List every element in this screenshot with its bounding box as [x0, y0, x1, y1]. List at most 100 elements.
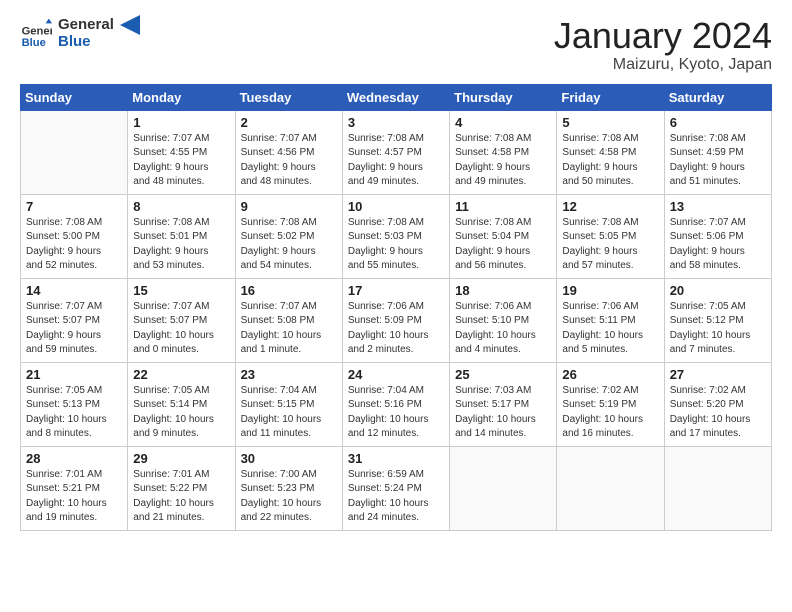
calendar-cell: 14Sunrise: 7:07 AM Sunset: 5:07 PM Dayli… [21, 278, 128, 362]
calendar-cell: 12 Sunrise: 7:08 AM Sunset: 5:05 PM Dayli… [557, 194, 664, 278]
day-number: 14 [26, 283, 122, 298]
day-number: 15 [133, 283, 229, 298]
calendar-cell: 25Sunrise: 7:03 AM Sunset: 5:17 PM Dayli… [450, 362, 557, 446]
day-info: Sunrise: 7:06 AM Sunset: 5:09 PM Dayligh… [348, 300, 444, 358]
calendar-header-row: SundayMondayTuesdayWednesdayThursdayFrid… [21, 84, 772, 110]
calendar-cell: 29 Sunrise: 7:01 AM Sunset: 5:22 PM Dayli… [128, 446, 235, 530]
day-number: 29 [133, 451, 229, 466]
day-number: 9 [241, 199, 337, 214]
day-info: Sunrise: 7:04 AM Sunset: 5:15 PM Dayligh… [241, 384, 337, 442]
day-info: Sunrise: 7:05 AM Sunset: 5:14 PM Dayligh… [133, 384, 229, 442]
calendar-cell: 24 Sunrise: 7:04 AM Sunset: 5:16 PM Dayli… [342, 362, 449, 446]
day-info: Sunrise: 7:05 AM Sunset: 5:13 PM Dayligh… [26, 384, 122, 442]
day-info: Sunrise: 7:08 AM Sunset: 5:03 PM Dayligh… [348, 216, 444, 274]
logo: General Blue General Blue [20, 16, 140, 50]
logo-arrow-icon [120, 15, 140, 35]
calendar-day-header: Friday [557, 84, 664, 110]
day-number: 3 [348, 115, 444, 130]
day-info: Sunrise: 7:08 AM Sunset: 5:02 PM Dayligh… [241, 216, 337, 274]
svg-text:Blue: Blue [22, 37, 46, 49]
day-number: 5 [562, 115, 658, 130]
day-info: Sunrise: 7:08 AM Sunset: 5:04 PM Dayligh… [455, 216, 551, 274]
calendar-cell: 10Sunrise: 7:08 AM Sunset: 5:03 PM Dayli… [342, 194, 449, 278]
calendar-cell: 9 Sunrise: 7:08 AM Sunset: 5:02 PM Daylig… [235, 194, 342, 278]
day-number: 18 [455, 283, 551, 298]
day-info: Sunrise: 7:06 AM Sunset: 5:11 PM Dayligh… [562, 300, 658, 358]
day-number: 28 [26, 451, 122, 466]
calendar-cell: 21Sunrise: 7:05 AM Sunset: 5:13 PM Dayli… [21, 362, 128, 446]
day-info: Sunrise: 7:07 AM Sunset: 4:55 PM Dayligh… [133, 132, 229, 190]
logo-general-text: General [58, 16, 114, 33]
calendar-cell: 8 Sunrise: 7:08 AM Sunset: 5:01 PM Daylig… [128, 194, 235, 278]
day-number: 6 [670, 115, 766, 130]
calendar-day-header: Thursday [450, 84, 557, 110]
day-info: Sunrise: 7:06 AM Sunset: 5:10 PM Dayligh… [455, 300, 551, 358]
day-number: 4 [455, 115, 551, 130]
day-info: Sunrise: 7:08 AM Sunset: 5:01 PM Dayligh… [133, 216, 229, 274]
svg-text:General: General [22, 26, 52, 38]
calendar-cell: 22 Sunrise: 7:05 AM Sunset: 5:14 PM Dayli… [128, 362, 235, 446]
calendar-cell: 27 Sunrise: 7:02 AM Sunset: 5:20 PM Dayli… [664, 362, 771, 446]
day-info: Sunrise: 7:08 AM Sunset: 4:58 PM Dayligh… [455, 132, 551, 190]
calendar-cell: 30 Sunrise: 7:00 AM Sunset: 5:23 PM Dayli… [235, 446, 342, 530]
calendar-day-header: Tuesday [235, 84, 342, 110]
calendar-cell: 1 Sunrise: 7:07 AM Sunset: 4:55 PM Daylig… [128, 110, 235, 194]
logo-icon: General Blue [20, 17, 52, 49]
calendar-cell: 7Sunrise: 7:08 AM Sunset: 5:00 PM Daylig… [21, 194, 128, 278]
calendar-cell [21, 110, 128, 194]
day-number: 7 [26, 199, 122, 214]
calendar-day-header: Wednesday [342, 84, 449, 110]
calendar-cell: 18 Sunrise: 7:06 AM Sunset: 5:10 PM Dayli… [450, 278, 557, 362]
calendar-week-row: 7Sunrise: 7:08 AM Sunset: 5:00 PM Daylig… [21, 194, 772, 278]
day-number: 17 [348, 283, 444, 298]
day-info: Sunrise: 6:59 AM Sunset: 5:24 PM Dayligh… [348, 468, 444, 526]
day-info: Sunrise: 7:08 AM Sunset: 4:58 PM Dayligh… [562, 132, 658, 190]
day-info: Sunrise: 7:07 AM Sunset: 5:08 PM Dayligh… [241, 300, 337, 358]
day-number: 25 [455, 367, 551, 382]
day-number: 31 [348, 451, 444, 466]
day-number: 1 [133, 115, 229, 130]
day-info: Sunrise: 7:00 AM Sunset: 5:23 PM Dayligh… [241, 468, 337, 526]
calendar-cell: 28 Sunrise: 7:01 AM Sunset: 5:21 PM Dayli… [21, 446, 128, 530]
day-info: Sunrise: 7:07 AM Sunset: 5:06 PM Dayligh… [670, 216, 766, 274]
day-number: 26 [562, 367, 658, 382]
calendar-cell: 20Sunrise: 7:05 AM Sunset: 5:12 PM Dayli… [664, 278, 771, 362]
calendar-day-header: Monday [128, 84, 235, 110]
calendar-week-row: 14Sunrise: 7:07 AM Sunset: 5:07 PM Dayli… [21, 278, 772, 362]
calendar-title: January 2024 [554, 16, 772, 56]
calendar-cell: 13Sunrise: 7:07 AM Sunset: 5:06 PM Dayli… [664, 194, 771, 278]
day-number: 11 [455, 199, 551, 214]
day-number: 22 [133, 367, 229, 382]
day-number: 27 [670, 367, 766, 382]
calendar-cell: 3 Sunrise: 7:08 AM Sunset: 4:57 PM Daylig… [342, 110, 449, 194]
day-number: 30 [241, 451, 337, 466]
day-number: 12 [562, 199, 658, 214]
calendar-cell: 2Sunrise: 7:07 AM Sunset: 4:56 PM Daylig… [235, 110, 342, 194]
logo-blue-text: Blue [58, 33, 114, 50]
day-number: 20 [670, 283, 766, 298]
calendar-week-row: 1 Sunrise: 7:07 AM Sunset: 4:55 PM Daylig… [21, 110, 772, 194]
calendar-cell: 23Sunrise: 7:04 AM Sunset: 5:15 PM Dayli… [235, 362, 342, 446]
day-info: Sunrise: 7:01 AM Sunset: 5:22 PM Dayligh… [133, 468, 229, 526]
header: General Blue General Blue January 2024 M… [20, 16, 772, 74]
calendar-week-row: 28 Sunrise: 7:01 AM Sunset: 5:21 PM Dayli… [21, 446, 772, 530]
day-info: Sunrise: 7:04 AM Sunset: 5:16 PM Dayligh… [348, 384, 444, 442]
day-info: Sunrise: 7:02 AM Sunset: 5:20 PM Dayligh… [670, 384, 766, 442]
day-info: Sunrise: 7:01 AM Sunset: 5:21 PM Dayligh… [26, 468, 122, 526]
calendar-cell: 6Sunrise: 7:08 AM Sunset: 4:59 PM Daylig… [664, 110, 771, 194]
day-number: 24 [348, 367, 444, 382]
day-info: Sunrise: 7:02 AM Sunset: 5:19 PM Dayligh… [562, 384, 658, 442]
day-number: 19 [562, 283, 658, 298]
day-number: 8 [133, 199, 229, 214]
calendar-cell [450, 446, 557, 530]
day-info: Sunrise: 7:08 AM Sunset: 4:57 PM Dayligh… [348, 132, 444, 190]
calendar-cell: 11 Sunrise: 7:08 AM Sunset: 5:04 PM Dayli… [450, 194, 557, 278]
calendar-cell: 19 Sunrise: 7:06 AM Sunset: 5:11 PM Dayli… [557, 278, 664, 362]
calendar-week-row: 21Sunrise: 7:05 AM Sunset: 5:13 PM Dayli… [21, 362, 772, 446]
day-info: Sunrise: 7:08 AM Sunset: 5:05 PM Dayligh… [562, 216, 658, 274]
calendar-table: SundayMondayTuesdayWednesdayThursdayFrid… [20, 84, 772, 531]
calendar-cell: 31 Sunrise: 6:59 AM Sunset: 5:24 PM Dayli… [342, 446, 449, 530]
calendar-cell [557, 446, 664, 530]
calendar-subtitle: Maizuru, Kyoto, Japan [554, 56, 772, 74]
calendar-cell: 26 Sunrise: 7:02 AM Sunset: 5:19 PM Dayli… [557, 362, 664, 446]
